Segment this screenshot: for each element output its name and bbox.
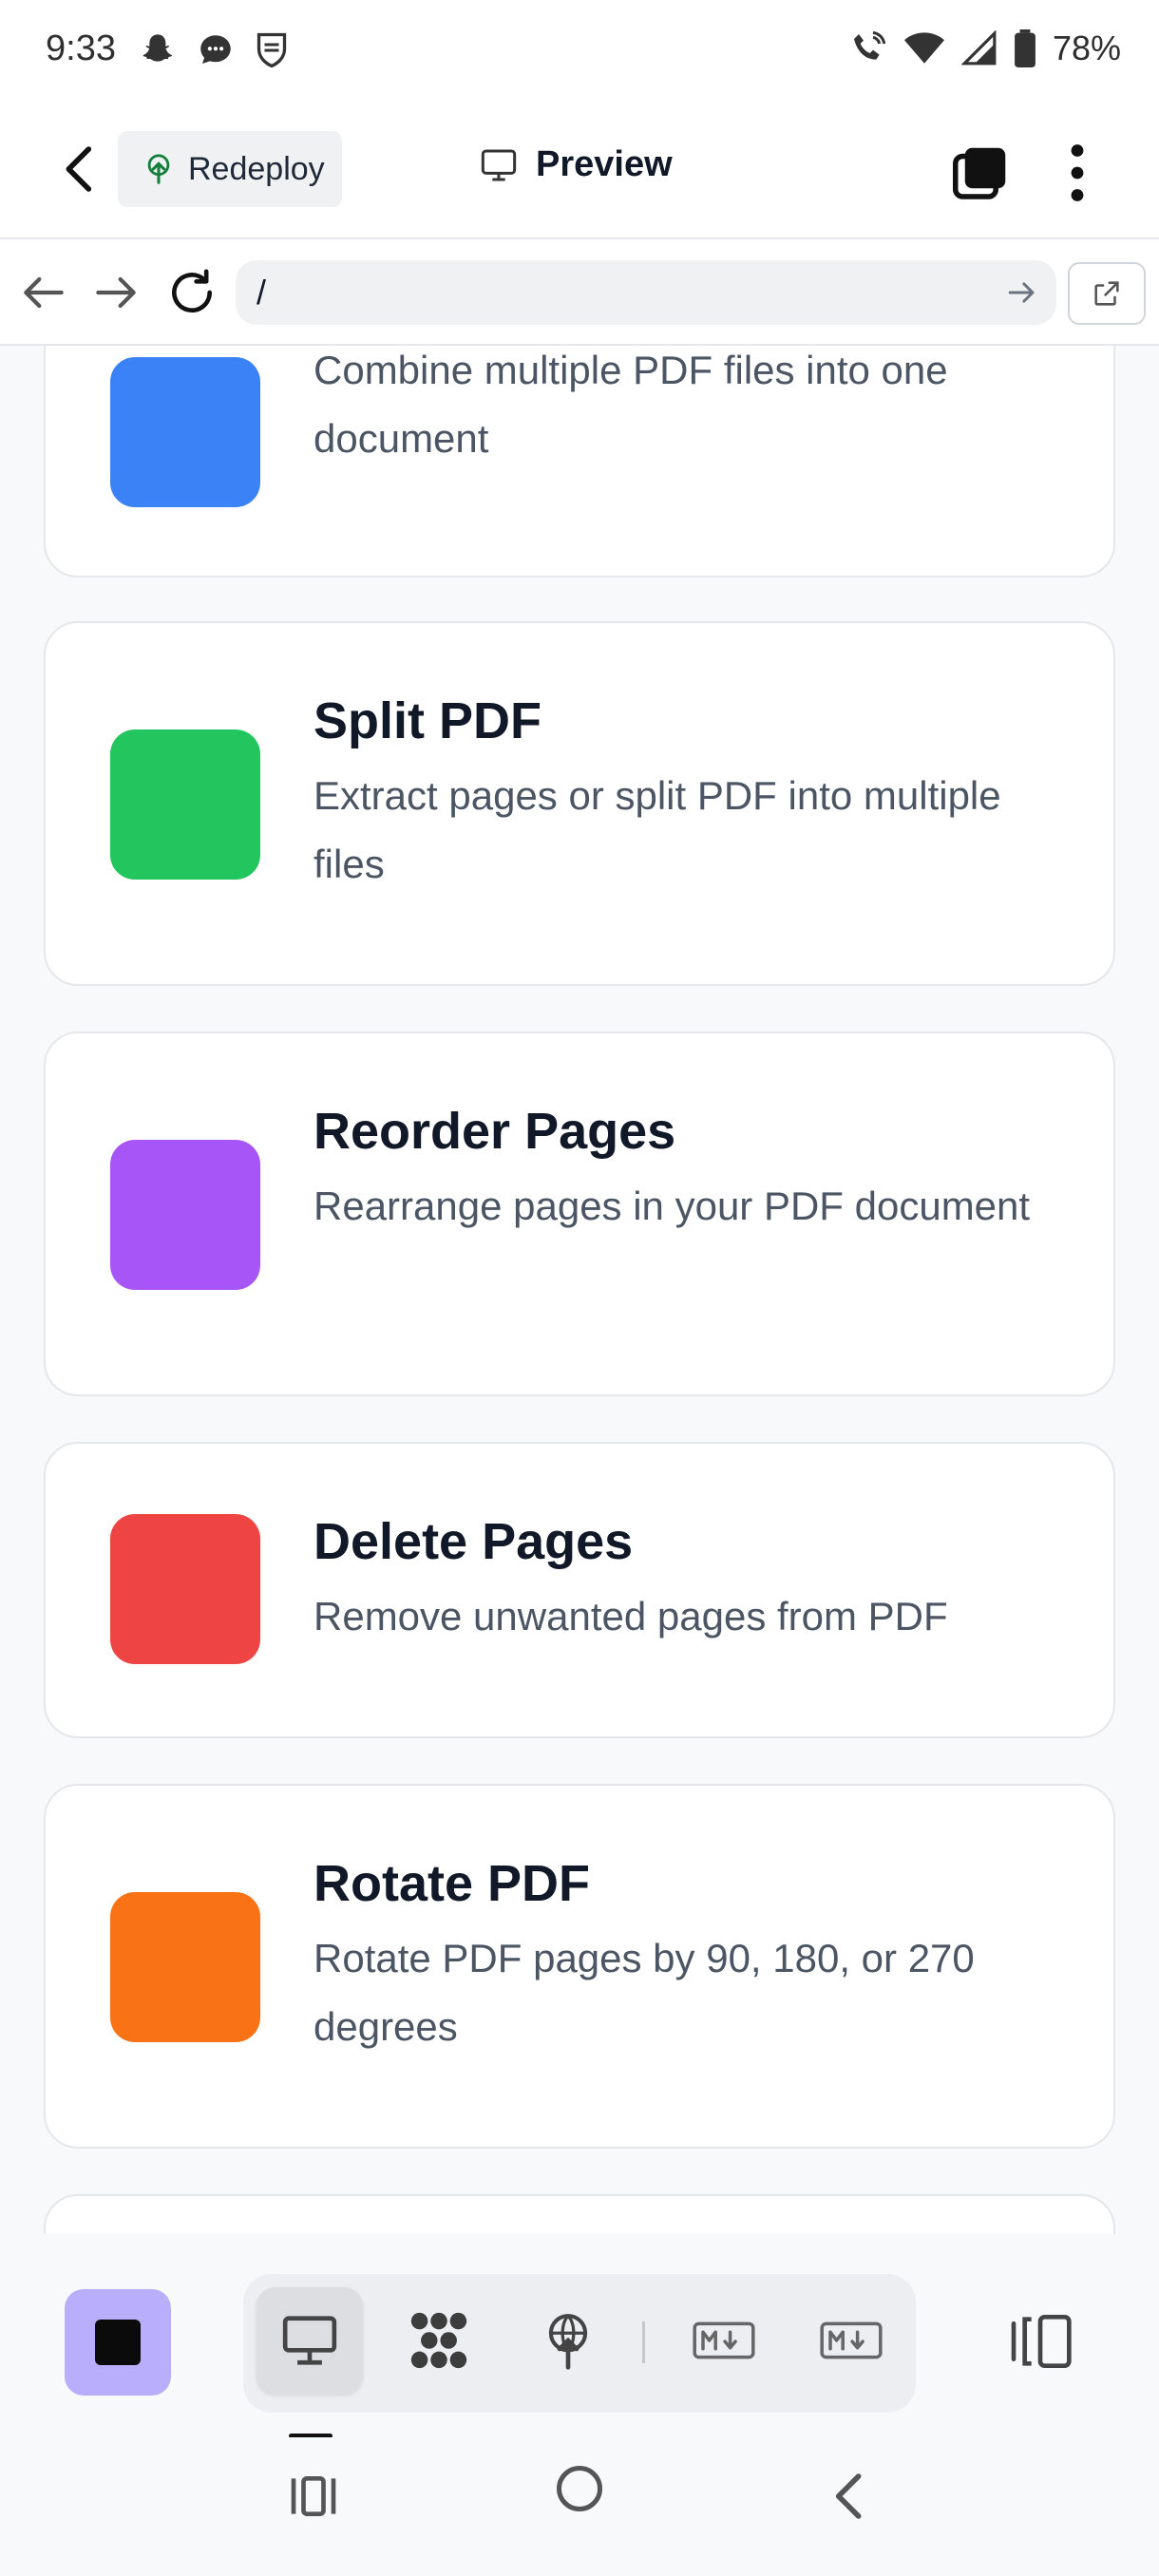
tool-description: Combine multiple PDF files into one docu… <box>314 348 948 461</box>
bottom-toolbar <box>0 2234 1159 2438</box>
more-options-icon[interactable] <box>1060 142 1094 203</box>
markdown-icon <box>820 2321 883 2359</box>
page-title: Preview <box>479 144 673 185</box>
stop-icon <box>95 2320 141 2365</box>
wifi-icon <box>903 32 944 64</box>
tool-color-tile <box>110 1514 260 1664</box>
graph-icon <box>410 2312 467 2369</box>
nav-forward-icon[interactable] <box>89 266 142 319</box>
nav-back-icon[interactable] <box>17 266 70 319</box>
wifi-call-icon <box>853 30 886 60</box>
back-arrow-icon[interactable] <box>53 142 106 196</box>
reload-icon[interactable] <box>165 266 218 319</box>
desktop-icon <box>282 2316 337 2365</box>
recent-apps-icon[interactable] <box>287 2470 340 2523</box>
status-time: 9:33 <box>46 28 116 68</box>
preview-title-label: Preview <box>536 144 673 184</box>
markdown-icon <box>693 2321 755 2359</box>
system-back-icon[interactable] <box>828 2470 866 2523</box>
tool-color-tile <box>110 357 260 507</box>
tool-title: Rotate PDF <box>314 1855 591 1912</box>
tool-description: Rearrange pages in your PDF document <box>314 1184 1031 1228</box>
address-bar: / <box>0 239 1159 346</box>
tool-card-delete[interactable]: Delete Pages Remove unwanted pages from … <box>44 1442 1115 1738</box>
tool-color-tile <box>110 1140 260 1290</box>
tool-title: Delete Pages <box>314 1513 634 1570</box>
open-external-button[interactable] <box>1068 262 1146 325</box>
go-arrow-icon[interactable] <box>1001 272 1043 313</box>
view-mode-switcher <box>243 2274 916 2413</box>
messages-icon <box>200 35 231 64</box>
url-text: / <box>256 273 267 312</box>
tool-description: Extract pages or split PDF into multiple… <box>314 773 1001 886</box>
deploy-button[interactable] <box>515 2287 621 2394</box>
system-nav-bar <box>0 2437 1159 2576</box>
tool-description: Remove unwanted pages from PDF <box>314 1594 948 1638</box>
tool-color-tile <box>110 1892 260 2042</box>
signal-icon <box>960 30 997 66</box>
tool-card-reorder[interactable]: Reorder Pages Rearrange pages in your PD… <box>44 1032 1115 1396</box>
tool-card-partial[interactable] <box>44 2194 1115 2234</box>
toolbar-divider <box>642 2321 645 2363</box>
url-input[interactable]: / <box>236 260 1056 325</box>
monitor-icon <box>481 149 517 180</box>
tool-title: Split PDF <box>314 692 542 749</box>
tabs-icon[interactable] <box>952 144 1009 201</box>
redeploy-icon <box>147 154 170 184</box>
tool-card-split[interactable]: Split PDF Extract pages or split PDF int… <box>44 621 1115 986</box>
deploy-icon <box>548 2314 588 2370</box>
markdown-button-2[interactable] <box>798 2287 904 2394</box>
home-icon[interactable] <box>557 2466 602 2511</box>
redeploy-label: Redeploy <box>188 150 325 187</box>
battery-icon <box>1015 29 1036 67</box>
preview-content: Combine multiple PDF files into one docu… <box>0 346 1159 2234</box>
status-system-icons: 78% <box>849 28 1121 68</box>
tool-description: Rotate PDF pages by 90, 180, or 270 degr… <box>314 1936 975 2049</box>
redeploy-button[interactable]: Redeploy <box>118 131 342 207</box>
tool-color-tile <box>110 729 260 880</box>
shield-icon <box>256 32 287 68</box>
external-link-icon <box>1094 281 1119 306</box>
panel-toggle-icon[interactable] <box>1007 2312 1074 2371</box>
battery-percent: 78% <box>1052 28 1121 67</box>
tool-card-rotate[interactable]: Rotate PDF Rotate PDF pages by 90, 180, … <box>44 1784 1115 2149</box>
status-bar: 9:33 78% <box>0 0 1159 101</box>
snapchat-icon <box>142 34 172 62</box>
status-notification-icons <box>139 30 289 70</box>
stop-button[interactable] <box>65 2289 171 2396</box>
app-top-bar: Redeploy Preview <box>0 101 1159 239</box>
graph-view-button[interactable] <box>386 2287 492 2394</box>
tool-title: Reorder Pages <box>314 1103 676 1160</box>
markdown-button-1[interactable] <box>671 2287 777 2394</box>
desktop-view-button[interactable] <box>256 2287 363 2394</box>
tool-card-merge[interactable]: Combine multiple PDF files into one docu… <box>44 346 1115 578</box>
